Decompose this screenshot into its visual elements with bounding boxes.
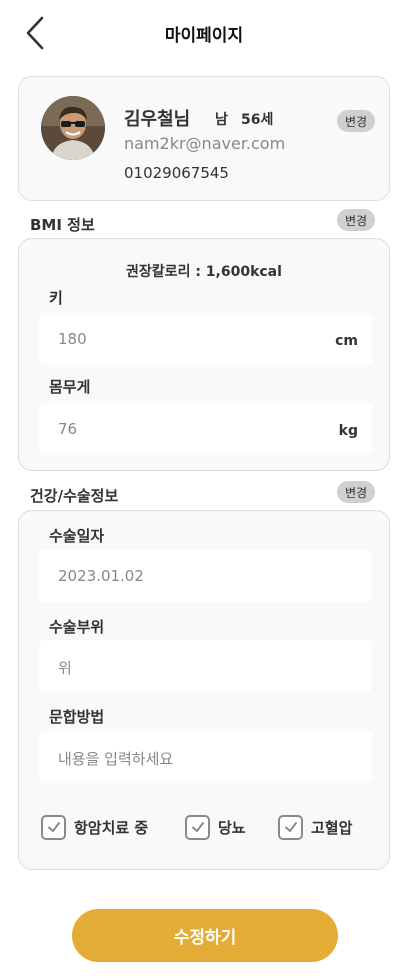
weight-value: 76 [58,420,78,438]
check-icon [284,822,297,832]
condition-label: 당뇨 [218,818,246,837]
user-name: 김우철님 [124,109,191,130]
avatar [41,96,105,160]
user-gender: 남 [215,112,228,128]
header: 마이페이지 [0,0,408,66]
bmi-edit-button[interactable]: 변경 [337,209,375,231]
bmi-card: 권장칼로리 : 1,600kcal 키 180 cm 몸무게 76 kg [18,238,390,471]
anastomosis-placeholder: 내용을 입력하세요 [58,750,174,768]
anastomosis-label: 문합방법 [49,708,105,726]
checkbox-box [278,814,303,840]
anastomosis-input[interactable]: 내용을 입력하세요 [39,731,372,783]
check-icon [191,822,204,832]
weight-label: 몸무게 [49,378,91,396]
checkbox-box [41,814,66,840]
weight-unit: kg [338,423,358,439]
health-section-title: 건강/수술정보 [30,487,119,505]
condition-diabetes-checkbox[interactable]: 당뇨 [185,813,246,841]
surgery-date-value: 2023.01.02 [58,567,144,585]
surgery-site-label: 수술부위 [49,618,105,636]
condition-chemotherapy-checkbox[interactable]: 항암치료 중 [41,813,148,841]
user-email: nam2kr@naver.com [124,134,286,153]
height-input[interactable]: 180 cm [39,313,372,365]
checkbox-box [185,814,210,840]
height-unit: cm [335,333,358,349]
bmi-section-title: BMI 정보 [30,216,95,234]
user-phone: 01029067545 [124,164,229,182]
surgery-date-input[interactable]: 2023.01.02 [39,550,372,602]
condition-label: 항암치료 중 [74,818,149,837]
submit-button[interactable]: 수정하기 [72,909,338,962]
condition-label: 고혈압 [311,818,353,837]
health-edit-button[interactable]: 변경 [337,481,375,503]
page-title: 마이페이지 [164,26,244,46]
profile-card: 김우철님 남 56세 nam2kr@naver.com 01029067545 … [18,76,390,201]
condition-hypertension-checkbox[interactable]: 고혈압 [278,813,352,841]
weight-input[interactable]: 76 kg [39,403,372,455]
recommended-calories: 권장칼로리 : 1,600kcal [126,264,282,280]
surgery-site-value: 위 [58,659,72,677]
health-card: 수술일자 2023.01.02 수술부위 위 문합방법 내용을 입력하세요 항암… [18,510,390,870]
surgery-date-label: 수술일자 [49,527,105,545]
height-value: 180 [58,330,87,348]
height-label: 키 [49,289,63,307]
user-age: 56세 [241,112,274,128]
profile-edit-button[interactable]: 변경 [337,110,375,132]
surgery-site-input[interactable]: 위 [39,640,372,692]
check-icon [47,822,60,832]
